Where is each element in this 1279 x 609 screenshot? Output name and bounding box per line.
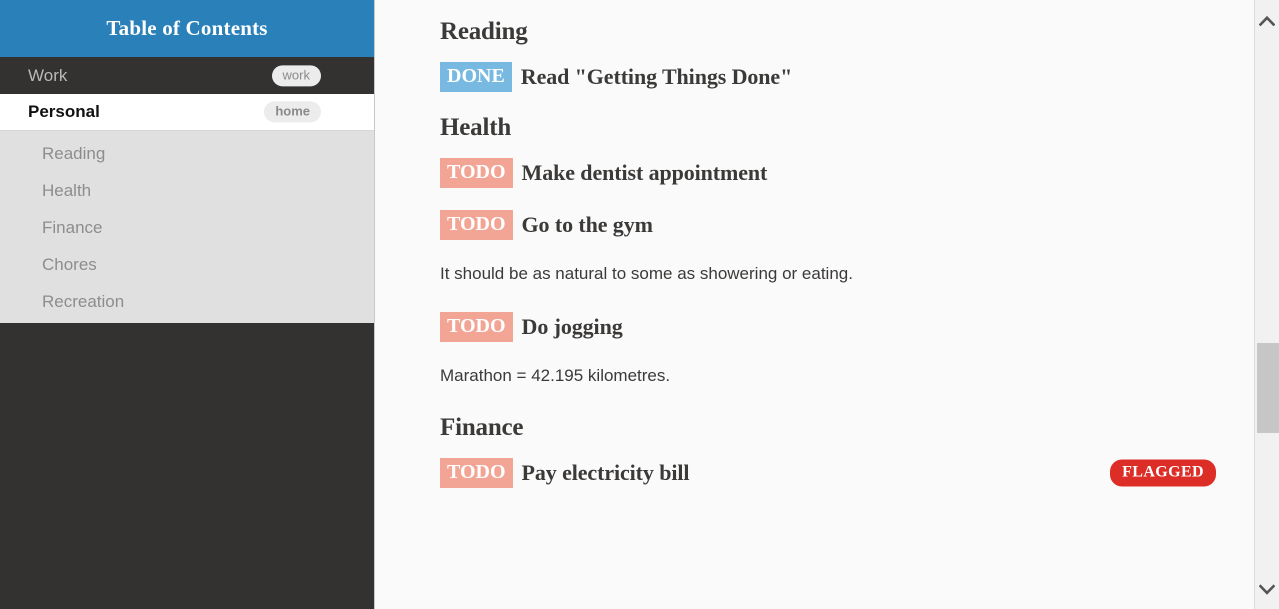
sidebar-item-label: Personal [28,102,100,121]
tag-pill-work[interactable]: work [271,64,321,87]
vertical-scrollbar[interactable] [1254,0,1279,609]
chevron-down-icon[interactable] [1255,576,1279,602]
task-item[interactable]: TODO Make dentist appointment [440,158,1239,188]
document-viewer: Table of Contents Work work Personal hom… [0,0,1279,609]
paragraph: It should be as natural to some as showe… [440,264,853,283]
keyword-badge-todo[interactable]: TODO [440,457,513,488]
chevron-up-icon[interactable] [1255,7,1279,33]
section-heading-finance: Finance [440,413,524,441]
table-of-contents-sidebar: Table of Contents Work work Personal hom… [0,0,375,609]
task-title: Go to the gym [521,212,653,237]
sidebar-item-reading[interactable]: Reading [0,135,374,172]
toc-top-level-list: Work work Personal home [0,57,374,131]
sidebar-item-chores[interactable]: Chores [0,246,374,283]
sidebar-item-label: Finance [42,217,103,237]
task-item[interactable]: TODO Do jogging [440,311,1239,342]
sidebar-item-label: Reading [42,143,106,163]
task-item[interactable]: TODO Pay electricity bill FLAGGED [440,457,1239,488]
sidebar-item-label: Recreation [42,291,125,311]
status-badge-flagged[interactable]: FLAGGED [1110,459,1216,487]
keyword-badge-todo[interactable]: TODO [440,311,513,342]
toc-sub-list: Reading Health Finance Chores Recreation [0,131,374,323]
sidebar-item-work[interactable]: Work work [0,57,374,94]
scrollbar-thumb[interactable] [1257,343,1279,433]
section-heading-reading: Reading [440,18,528,45]
task-title: Read "Getting Things Done" [520,64,793,89]
sidebar-item-label: Work [28,65,68,85]
keyword-badge-done[interactable]: DONE [440,62,512,92]
sidebar-item-finance[interactable]: Finance [0,209,374,246]
sidebar-item-label: Chores [42,254,97,274]
keyword-badge-todo[interactable]: TODO [440,210,513,240]
task-title: Make dentist appointment [521,160,768,185]
sidebar-empty-space [0,323,374,609]
task-title: Pay electricity bill [521,459,690,485]
task-item[interactable]: TODO Go to the gym [440,210,1239,240]
tag-pill-home[interactable]: home [264,101,321,123]
toc-header: Table of Contents [0,0,374,57]
task-title: Do jogging [521,313,623,339]
task-item[interactable]: DONE Read "Getting Things Done" [440,62,1239,92]
toc-header-title: Table of Contents [106,16,268,40]
sidebar-item-health[interactable]: Health [0,172,374,209]
section-heading-health: Health [440,114,512,141]
keyword-badge-todo[interactable]: TODO [440,158,513,188]
paragraph: Marathon = 42.195 kilometres. [440,365,671,385]
document-content: Reading DONE Read "Getting Things Done" … [375,0,1279,609]
sidebar-item-recreation[interactable]: Recreation [0,283,374,320]
sidebar-item-label: Health [42,180,92,200]
sidebar-body: Work work Personal home Reading Health F… [0,57,374,609]
sidebar-item-personal[interactable]: Personal home [0,94,374,131]
